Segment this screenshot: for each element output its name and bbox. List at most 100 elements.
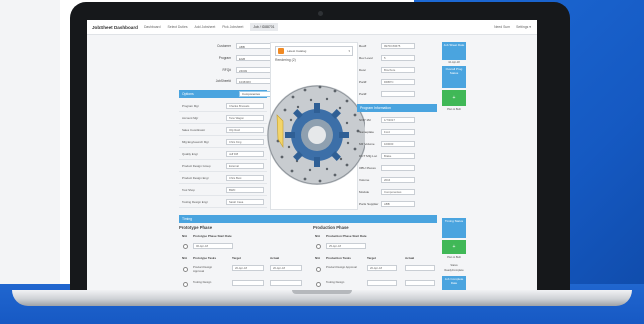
options-panel-header: Options Componentes — [179, 90, 277, 98]
app-screen: JobSheet Dashboard Dashboard Select Duti… — [87, 20, 537, 290]
nav-need-sum[interactable]: Need Sum — [494, 25, 510, 29]
nav-dashboard[interactable]: Dashboard — [144, 25, 161, 29]
customer-field[interactable]: ABB — [236, 43, 272, 49]
program-info-value[interactable] — [381, 165, 415, 171]
production-row-radio[interactable] — [316, 282, 321, 287]
top-navbar: JobSheet Dashboard Dashboard Select Duti… — [87, 20, 537, 35]
production-start-date[interactable]: 25-Apr-18 — [326, 243, 366, 249]
overall-prog-status-button[interactable]: Overall Prog Status — [442, 66, 466, 88]
options-row-select[interactable]: Jeff Diff — [226, 150, 264, 157]
options-row: Tooling Design Engr Sarah Casa — [179, 196, 267, 208]
prototype-task-name: Product Design Approval — [193, 265, 213, 273]
right-form-row: Rev# 99700 80675 — [359, 42, 415, 50]
options-row: Program Mgr Charles Brussels — [179, 100, 267, 112]
program-info-value[interactable]: Ford — [381, 129, 415, 135]
program-info-row: Module Componentes — [359, 188, 415, 196]
nav-settings[interactable]: Settings ▾ — [516, 25, 531, 29]
prototype-start-date[interactable]: 06-Apr-18 — [193, 243, 233, 249]
options-row: Product Design Engr Chris Bust — [179, 172, 267, 184]
production-na-radio[interactable] — [316, 244, 321, 249]
production-start-header: Production Phase Start Date — [326, 234, 367, 238]
add-timing-button[interactable]: + — [442, 240, 466, 254]
add-status-button[interactable]: + — [442, 90, 466, 106]
right-form-label: Part# — [359, 92, 367, 96]
options-row-label: Tooling Design Engr — [182, 199, 208, 204]
timing-status-button[interactable]: Timing Status — [442, 218, 466, 238]
production-task-header: Production Tasks — [326, 256, 351, 260]
nav-pick-jobsheet[interactable]: Pick Jobsheet — [222, 25, 243, 29]
form-label: Customer — [217, 44, 231, 48]
form-row-program: Program EGB — [193, 54, 272, 62]
form-label: Program — [218, 56, 231, 60]
program-info-value[interactable]: 2016 — [381, 177, 415, 183]
image-dropdown[interactable]: Latest Catalog ▾ — [275, 46, 353, 56]
options-row-label: Product Design Engr — [182, 175, 209, 180]
options-row-select[interactable]: Olly Reid — [226, 126, 264, 133]
part-field-2[interactable] — [381, 91, 415, 97]
production-na-header: N/A — [315, 234, 321, 238]
prototype-row-radio[interactable] — [183, 282, 188, 287]
options-row-select[interactable]: Chris King — [226, 138, 264, 145]
background-left — [0, 0, 60, 324]
prototype-actual-date[interactable] — [270, 280, 302, 286]
program-info-value[interactable]: Brake — [381, 153, 415, 159]
nav-current-job[interactable]: Job / ID88701 — [250, 23, 278, 31]
program-info-value[interactable]: 100000 — [381, 141, 415, 147]
options-row-select[interactable]: Chris Bust — [226, 174, 264, 181]
prototype-target-date[interactable] — [232, 280, 264, 286]
camera-icon — [318, 11, 323, 16]
nav-select-duties[interactable]: Select Duties — [168, 25, 188, 29]
program-info-value[interactable]: 1/7/2017 — [381, 117, 415, 123]
prototype-row-radio[interactable] — [183, 267, 188, 272]
prototype-na-header: N/A — [182, 234, 188, 238]
rev-level-field[interactable]: 5 — [381, 55, 415, 61]
program-field[interactable]: EGB — [236, 55, 272, 61]
options-row-select[interactable]: External — [226, 162, 264, 169]
chevron-down-icon: ▾ — [348, 49, 350, 53]
production-target-date[interactable]: 20-Apr-18 — [367, 265, 397, 271]
program-info-label: Parts Supplier — [359, 202, 379, 206]
prototype-task-header: Actual — [270, 256, 280, 260]
program-info-value[interactable]: ABB — [381, 201, 415, 207]
options-row: Account Mgr Tanu Wagon — [179, 112, 267, 124]
desc-field[interactable]: Brochure — [381, 67, 415, 73]
program-info-label: Nameplate — [359, 130, 374, 134]
production-actual-date[interactable] — [405, 265, 435, 271]
prototype-task-header: N/A — [182, 256, 188, 260]
prototype-target-date[interactable]: 20-Apr-18 — [232, 265, 264, 271]
options-row-label: Tool Shop — [182, 187, 195, 192]
job-sheet-date-button[interactable]: Job Sheet Date — [442, 42, 466, 60]
options-row: Product Design Group External — [179, 160, 267, 172]
program-info-row: Nameplate Ford — [359, 128, 415, 136]
program-info-label: OBU Pieces — [359, 166, 376, 170]
status-note: Status — [450, 264, 458, 267]
image-caption: Rendering (2) — [275, 58, 296, 62]
options-row-label: Sales Coordinator — [182, 127, 206, 132]
part-field[interactable]: DDB7C — [381, 79, 415, 85]
production-actual-date[interactable] — [405, 280, 435, 286]
options-row-select[interactable]: Sarah Casa — [226, 198, 264, 205]
brake-rotor-image — [267, 85, 365, 185]
options-row-label: Product Design Group — [182, 163, 211, 168]
production-task-header: N/A — [315, 256, 321, 260]
timing-plan-caption: Plan to Built — [447, 256, 461, 259]
options-row-label: Quality Engr — [182, 151, 198, 156]
prototype-na-radio[interactable] — [183, 244, 188, 249]
nav-add-jobsheet[interactable]: Add Jobsheet — [195, 25, 216, 29]
rev-field[interactable]: 99700 80675 — [381, 43, 415, 49]
right-form-label: Rev# — [359, 44, 367, 48]
prototype-actual-date[interactable]: 20-Apr-18 — [270, 265, 302, 271]
production-task-header: Target — [367, 256, 376, 260]
options-row-select[interactable]: BWD — [226, 186, 264, 193]
options-row: Quality Engr Jeff Diff — [179, 148, 267, 160]
production-row-radio[interactable] — [316, 267, 321, 272]
form-label: JobSheet# — [215, 79, 231, 83]
options-row-label: Program Mgr — [182, 103, 199, 108]
production-target-date[interactable] — [367, 280, 397, 286]
options-row-label: Account Mgr — [182, 115, 199, 120]
job-complete-date-button[interactable]: Job Complete Date — [442, 276, 466, 290]
status-sub-note: Ready/Complete — [444, 269, 464, 272]
options-row-select[interactable]: Tanu Wagon — [226, 114, 264, 121]
options-row-select[interactable]: Charles Brussels — [226, 102, 264, 109]
program-info-value[interactable]: Componentes — [381, 189, 415, 195]
